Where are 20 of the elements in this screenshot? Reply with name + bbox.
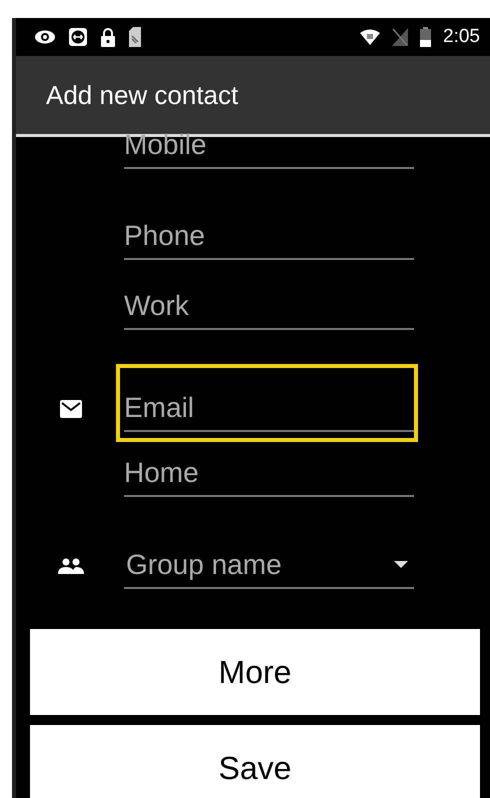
- save-button[interactable]: Save: [30, 725, 480, 798]
- input-field[interactable]: Phone: [124, 214, 414, 260]
- status-time: 2:05: [443, 26, 480, 48]
- input-field[interactable]: Email: [124, 386, 414, 432]
- eye-icon: [34, 29, 56, 45]
- more-button[interactable]: More: [30, 629, 480, 715]
- group-icon: [58, 558, 84, 574]
- battery-icon: [420, 27, 432, 47]
- no-signal-icon: [392, 28, 408, 46]
- email-icon: [60, 400, 82, 418]
- input-field[interactable]: Home: [124, 451, 414, 497]
- wifi-icon: [360, 29, 380, 45]
- caret-icon: [394, 561, 408, 569]
- lock-icon: [100, 27, 116, 47]
- sim-card-icon: [128, 27, 142, 47]
- screen-title: Add new contact: [46, 80, 238, 110]
- input-field[interactable]: Mobile: [124, 123, 414, 169]
- group-dropdown[interactable]: Group name: [124, 543, 414, 589]
- remote-icon: [68, 27, 88, 47]
- input-field[interactable]: Work: [124, 284, 414, 330]
